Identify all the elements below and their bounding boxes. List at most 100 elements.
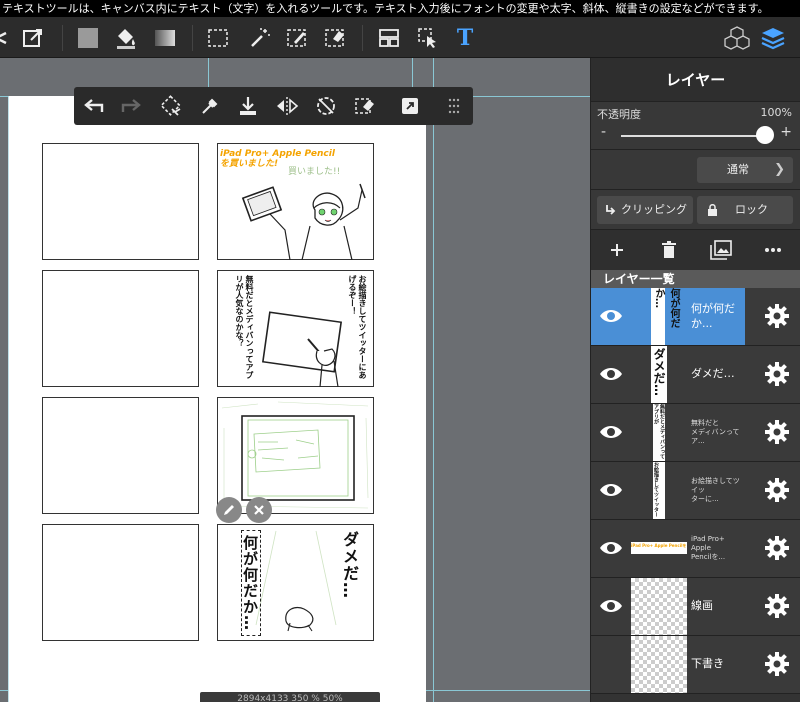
pencil-icon — [224, 505, 234, 515]
undo-icon[interactable] — [80, 92, 108, 120]
comic-panel-4: ダメだ… 何が何だか… — [217, 524, 374, 641]
opacity-increase-button[interactable]: + — [780, 124, 792, 140]
layer-item[interactable]: 下書き — [591, 636, 800, 694]
main-toolbar: T — [0, 17, 800, 58]
gear-icon[interactable] — [764, 535, 790, 561]
redo-icon[interactable] — [117, 92, 145, 120]
gear-icon[interactable] — [764, 477, 790, 503]
lock-icon — [708, 204, 717, 216]
text-tool-icon[interactable]: T — [450, 23, 480, 53]
comic-panel-empty — [42, 143, 199, 260]
layer-item[interactable]: ダメだ… ダメだ… — [591, 346, 800, 404]
select-eraser-icon[interactable] — [320, 23, 350, 53]
eye-icon[interactable] — [599, 596, 623, 616]
comic-panel-2: お絵描きしてツイッターにあげるぞー！ 無料だとメディバンってアプリが人気なのかな… — [217, 270, 374, 387]
gear-icon[interactable] — [764, 303, 790, 329]
magic-wand-icon[interactable] — [245, 23, 275, 53]
more-icon — [765, 248, 781, 252]
comic-panel-1: iPad Pro+ Apple Pencilを買いました! 買いました!! — [217, 143, 374, 260]
material-icon[interactable] — [722, 23, 752, 53]
edit-text-handle[interactable] — [216, 497, 242, 523]
tool-hint-bar: テキストツールは、キャンバス内にテキスト（文字）を入れるツールです。テキスト入力… — [0, 0, 800, 17]
eye-icon[interactable] — [599, 306, 623, 326]
layer-name: 線画 — [691, 599, 713, 613]
add-image-layer-button[interactable] — [707, 236, 735, 264]
add-layer-button[interactable] — [603, 236, 631, 264]
layer-item[interactable]: iPad Pro+ Apple Pencilを iPad Pro+ Apple … — [591, 520, 800, 578]
opacity-decrease-button[interactable]: - — [601, 124, 606, 140]
gear-icon[interactable] — [764, 651, 790, 677]
chevron-right-icon: ❯ — [774, 162, 785, 177]
layer-thumbnail: 何が何だか… — [631, 288, 687, 345]
eraser-icon[interactable] — [351, 92, 379, 120]
layer-thumbnail — [631, 636, 687, 693]
delete-layer-button[interactable] — [655, 236, 683, 264]
layer-panel-title: レイヤー — [591, 58, 800, 102]
more-options-button[interactable] — [759, 236, 787, 264]
rotate-icon[interactable] — [312, 92, 340, 120]
panel-layout-icon[interactable] — [374, 23, 404, 53]
blend-mode-label: 通常 — [727, 163, 749, 176]
download-icon[interactable] — [234, 92, 262, 120]
layer-thumbnail — [631, 578, 687, 635]
eyedropper-icon[interactable] — [196, 92, 224, 120]
layer-item[interactable]: 無料だとメディバンってアプリが 無料だと メディバンってア... — [591, 404, 800, 462]
blend-mode-button[interactable]: 通常 ❯ — [697, 157, 793, 183]
layer-panel: レイヤー 不透明度 100% - + 通常 ❯ クリッピング ロック レイヤー一… — [590, 58, 800, 702]
transform-icon[interactable] — [396, 92, 424, 120]
clipping-icon — [606, 205, 616, 215]
layer-item[interactable]: 何が何だか… 何が何だか... — [591, 288, 800, 346]
undo-icon[interactable] — [0, 23, 16, 53]
clipping-lock-row: クリッピング ロック — [591, 190, 800, 230]
layer-list-header: レイヤー一覧 — [591, 270, 800, 288]
character-with-tablet-drawing — [241, 183, 366, 260]
layer-item[interactable]: 線画 — [591, 578, 800, 636]
layer-thumbnail: お絵描きしてツイッター — [631, 462, 687, 519]
lasso-icon[interactable] — [157, 92, 185, 120]
panel1-note: 買いました!! — [288, 167, 341, 177]
plus-icon — [611, 244, 623, 256]
eye-icon[interactable] — [599, 364, 623, 384]
comic-panel-empty — [42, 397, 199, 514]
clipping-label: クリッピング — [621, 203, 687, 216]
eye-icon[interactable] — [599, 422, 623, 442]
panel2-dialog-2: 無料だとメディバンってアプリが人気なのかな？ — [235, 275, 254, 379]
panel4-text-dame: ダメだ… — [340, 531, 359, 599]
flip-icon[interactable] — [273, 92, 301, 120]
opacity-slider-knob[interactable] — [756, 126, 774, 144]
fill-color-icon[interactable] — [73, 23, 103, 53]
gear-icon[interactable] — [764, 593, 790, 619]
gradient-icon[interactable] — [150, 23, 180, 53]
gear-icon[interactable] — [764, 361, 790, 387]
layer-name: ダメだ… — [691, 367, 735, 381]
hand-drawing-on-tablet — [262, 311, 343, 387]
comic-panel-3 — [217, 397, 374, 514]
select-icon[interactable] — [203, 23, 233, 53]
layer-name: 下書き — [691, 657, 724, 671]
gear-icon[interactable] — [764, 419, 790, 445]
select-pen-icon[interactable] — [282, 23, 312, 53]
edit-icon[interactable] — [18, 23, 48, 53]
clipping-button[interactable]: クリッピング — [597, 196, 693, 224]
eye-icon[interactable] — [599, 538, 623, 558]
blend-mode-row: 通常 ❯ — [591, 150, 800, 190]
comic-panel-empty — [42, 270, 199, 387]
bucket-icon[interactable] — [111, 23, 141, 53]
move-cursor-icon[interactable] — [413, 23, 443, 53]
panel4-text-nanigananida[interactable]: 何が何だか… — [241, 535, 261, 631]
eye-icon[interactable] — [599, 480, 623, 500]
delete-text-handle[interactable] — [246, 497, 272, 523]
lock-button[interactable]: ロック — [697, 196, 793, 224]
layer-item[interactable]: お絵描きしてツイッター お絵描きしてツイッ ターに... — [591, 462, 800, 520]
opacity-label: 不透明度 — [597, 108, 641, 121]
layer-name: 無料だと メディバンってア... — [691, 418, 740, 446]
trash-icon — [662, 241, 676, 258]
layers-icon[interactable] — [758, 23, 788, 53]
canvas-area[interactable]: iPad Pro+ Apple Pencilを買いました! 買いました!! お絵… — [0, 58, 590, 702]
manga-page[interactable]: iPad Pro+ Apple Pencilを買いました! 買いました!! お絵… — [8, 96, 426, 702]
opacity-slider-track[interactable] — [621, 135, 769, 137]
app-window: テキストツールは、キャンバス内にテキスト（文字）を入れるツールです。テキスト入力… — [0, 0, 800, 702]
grip-icon[interactable] — [440, 92, 468, 120]
floating-sub-toolbar — [74, 87, 473, 125]
layer-thumbnail: 無料だとメディバンってアプリが — [653, 404, 665, 461]
